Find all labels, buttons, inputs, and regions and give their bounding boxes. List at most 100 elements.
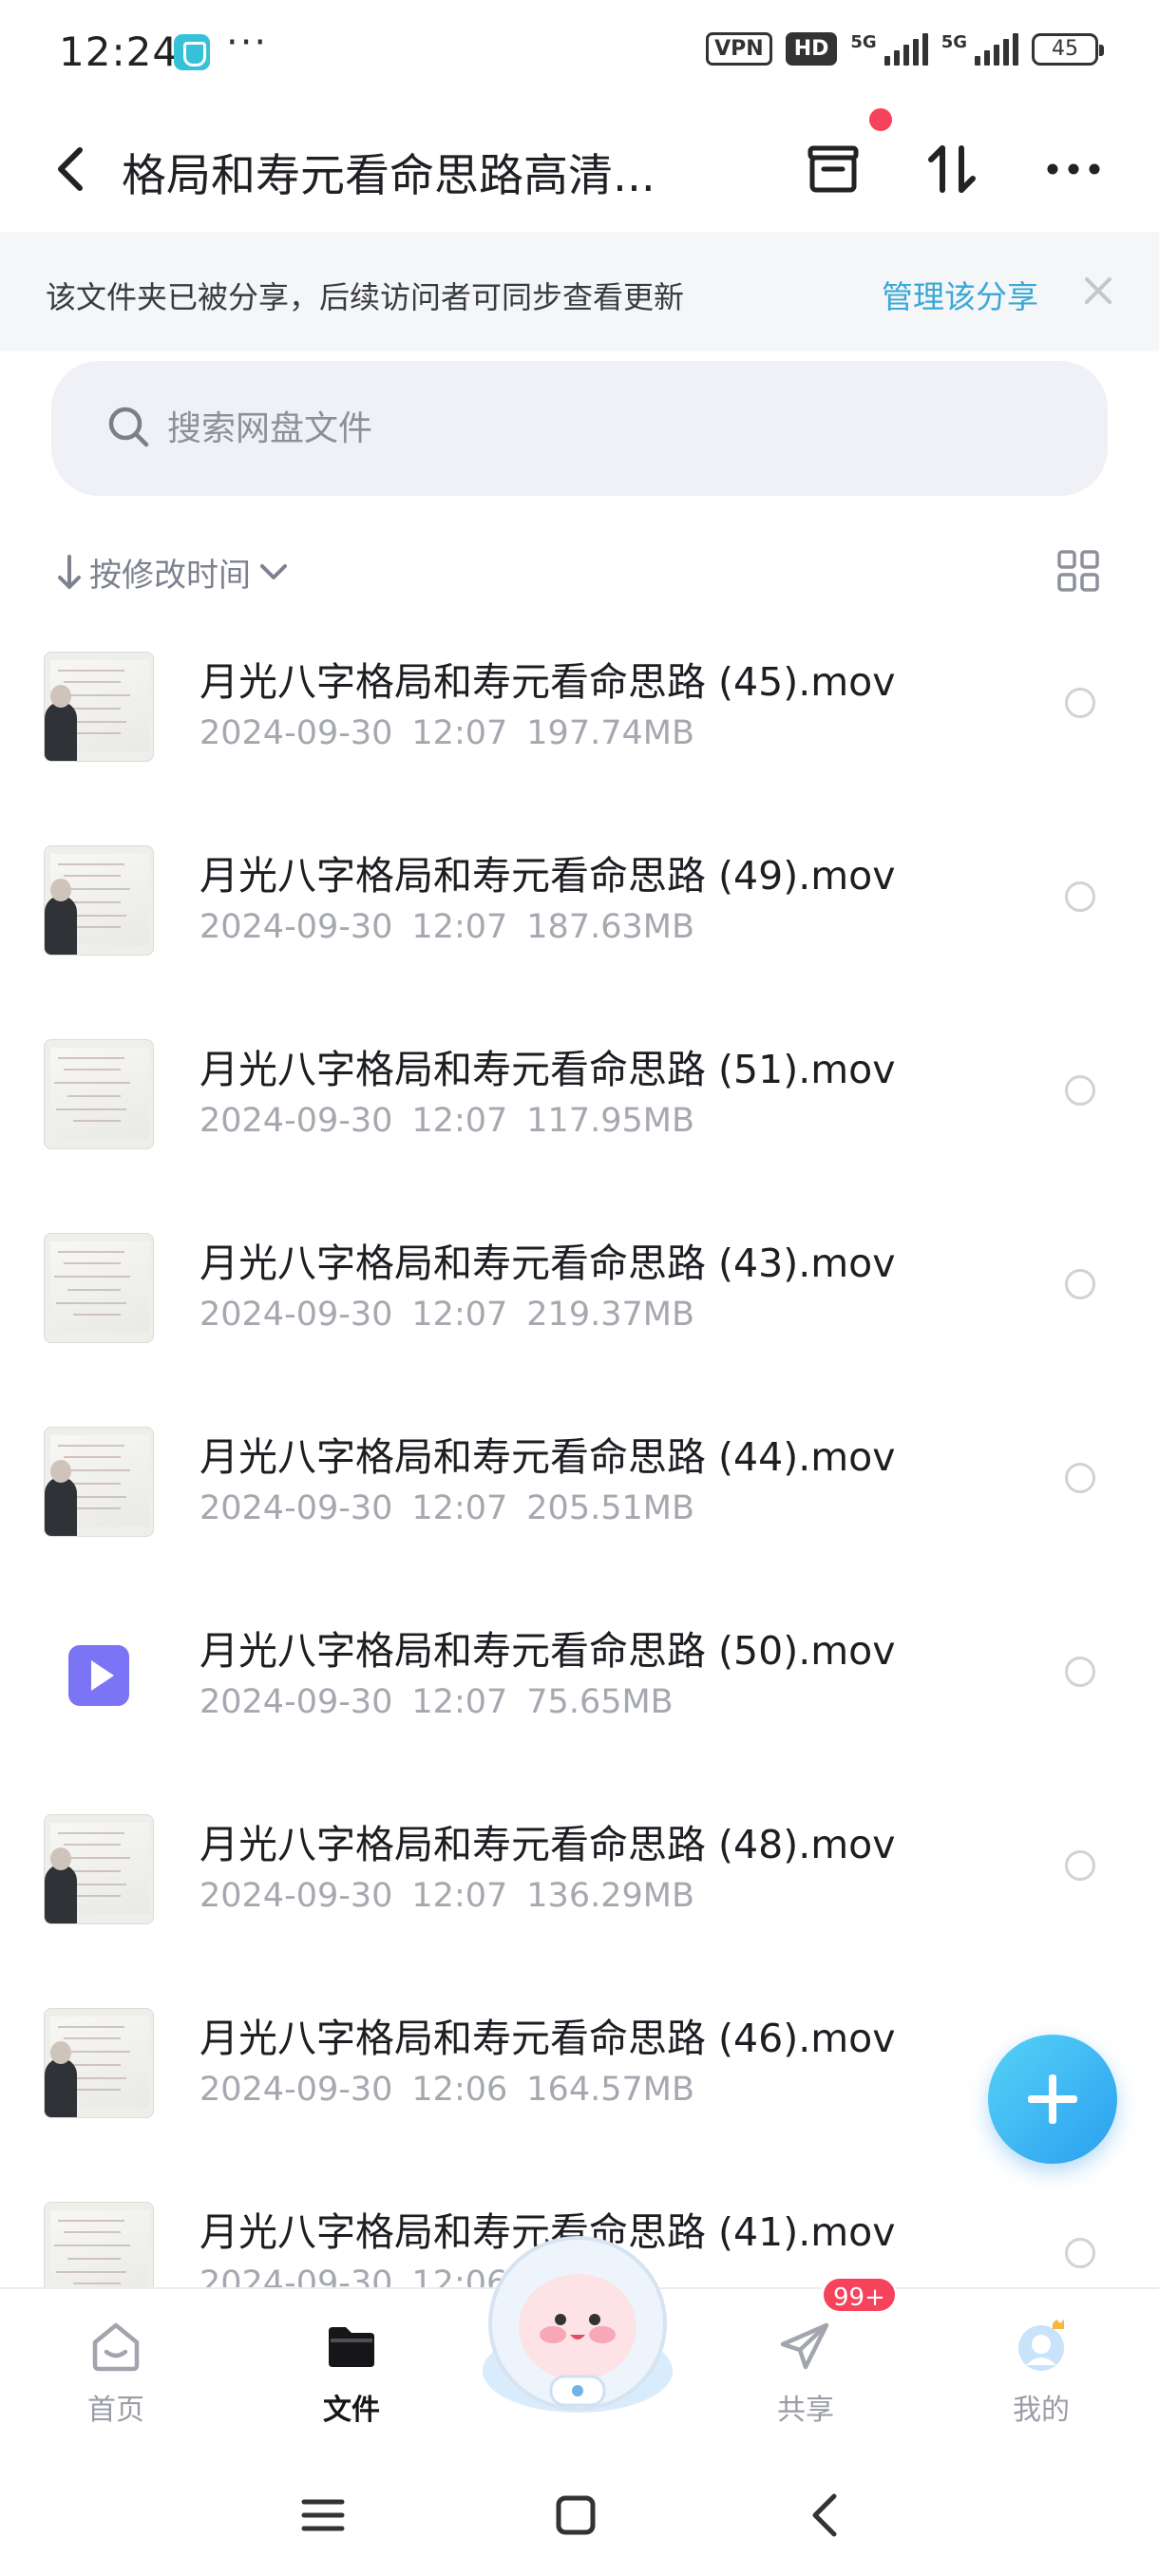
file-size: 219.37MB xyxy=(526,1296,694,1334)
notification-dot xyxy=(869,108,892,131)
select-checkbox[interactable] xyxy=(1065,1657,1095,1687)
file-name: 月光八字格局和寿元看命思路 (49).mov xyxy=(200,853,896,899)
avatar-icon xyxy=(1018,2320,1064,2371)
network-label-2: 5G xyxy=(940,32,967,52)
video-thumbnail xyxy=(44,2008,154,2118)
select-checkbox[interactable] xyxy=(1065,881,1095,912)
system-navigation-bar xyxy=(0,2454,1159,2576)
network-label-1: 5G xyxy=(850,32,877,52)
select-checkbox[interactable] xyxy=(1065,1269,1095,1299)
file-date: 2024-09-30 xyxy=(200,908,393,946)
file-meta: 2024-09-30 12:07 75.65MB xyxy=(200,1683,693,1721)
select-checkbox[interactable] xyxy=(1065,2238,1095,2268)
chevron-left-icon[interactable] xyxy=(48,142,93,196)
status-bar: 12:24 ··· VPN HD 5G 5G 45 xyxy=(0,0,1159,104)
select-checkbox[interactable] xyxy=(1065,1075,1095,1106)
file-size: 187.63MB xyxy=(526,908,694,946)
manage-share-link[interactable]: 管理该分享 xyxy=(882,272,1038,317)
tab-files[interactable]: 文件 xyxy=(276,2299,428,2441)
file-meta: 2024-09-30 12:07 205.51MB xyxy=(200,1489,713,1527)
app-shield-icon xyxy=(174,34,210,70)
share-badge: 99+ xyxy=(821,2276,898,2314)
file-row[interactable]: 月光八字格局和寿元看命思路 (46).mov 2024-09-30 12:06 164… xyxy=(0,1983,1159,2177)
file-row[interactable]: 月光八字格局和寿元看命思路 (44).mov 2024-09-30 12:07 205… xyxy=(0,1402,1159,1596)
more-horizontal-icon[interactable] xyxy=(1043,139,1104,199)
select-checkbox[interactable] xyxy=(1065,688,1095,718)
video-thumbnail xyxy=(44,845,154,956)
file-time: 12:07 xyxy=(411,1296,508,1334)
status-more-icon: ··· xyxy=(226,21,269,65)
send-icon xyxy=(780,2322,829,2370)
close-icon[interactable] xyxy=(1079,272,1117,310)
file-name: 月光八字格局和寿元看命思路 (46).mov xyxy=(200,2016,896,2061)
play-icon xyxy=(68,1645,129,1706)
arrow-down-icon xyxy=(58,555,81,589)
search-input[interactable] xyxy=(167,395,1022,462)
add-button[interactable] xyxy=(988,2035,1117,2164)
file-date: 2024-09-30 xyxy=(200,1877,393,1915)
tab-home[interactable]: 首页 xyxy=(40,2299,192,2441)
file-date: 2024-09-30 xyxy=(200,2071,393,2109)
signal-icon xyxy=(884,32,928,66)
file-size: 205.51MB xyxy=(526,1489,694,1527)
file-date: 2024-09-30 xyxy=(200,1683,393,1721)
file-row[interactable]: 月光八字格局和寿元看命思路 (48).mov 2024-09-30 12:07 136… xyxy=(0,1790,1159,1983)
grid-view-icon[interactable] xyxy=(1056,549,1100,593)
file-time: 12:06 xyxy=(411,2071,508,2109)
file-meta: 2024-09-30 12:06 164.57MB xyxy=(200,2071,713,2109)
back-triangle-icon[interactable] xyxy=(798,2487,855,2544)
file-size: 75.65MB xyxy=(526,1683,674,1721)
archive-box-icon[interactable] xyxy=(803,139,864,199)
search-bar[interactable] xyxy=(51,361,1108,496)
file-row[interactable]: 月光八字格局和寿元看命思路 (50).mov 2024-09-30 12:07 75.… xyxy=(0,1596,1159,1790)
file-size: 164.57MB xyxy=(526,2071,694,2109)
page-title: 格局和寿元看命思路高清... xyxy=(122,150,656,202)
battery-indicator: 45 xyxy=(1032,32,1104,66)
file-row[interactable]: 月光八字格局和寿元看命思路 (45).mov 2024-09-30 12:07 197… xyxy=(0,627,1159,821)
select-checkbox[interactable] xyxy=(1065,1850,1095,1881)
file-row[interactable]: 月光八字格局和寿元看命思路 (43).mov 2024-09-30 12:07 219… xyxy=(0,1208,1159,1402)
share-notice-text: 该文件夹已被分享，后续访问者可同步查看更新 xyxy=(46,279,685,315)
search-icon xyxy=(108,407,149,447)
share-notice-banner: 该文件夹已被分享，后续访问者可同步查看更新 管理该分享 xyxy=(0,232,1159,351)
home-icon xyxy=(92,2322,140,2372)
file-time: 12:07 xyxy=(411,1102,508,1140)
tab-mine-label: 我的 xyxy=(1013,2394,1070,2427)
select-checkbox[interactable] xyxy=(1065,1463,1095,1493)
sort-arrows-icon[interactable] xyxy=(922,139,982,199)
tab-mine[interactable]: 我的 xyxy=(965,2299,1117,2441)
sort-label: 按修改时间 xyxy=(89,556,251,595)
status-time: 12:24 xyxy=(59,28,180,75)
sort-selector[interactable]: 按修改时间 xyxy=(55,547,291,597)
video-thumbnail xyxy=(44,1039,154,1149)
chevron-down-icon xyxy=(260,564,287,579)
video-file-icon xyxy=(44,1620,154,1731)
file-size: 117.95MB xyxy=(526,1102,694,1140)
file-list: 月光八字格局和寿元看命思路 (45).mov 2024-09-30 12:07 197… xyxy=(0,627,1159,2371)
menu-icon[interactable] xyxy=(294,2487,352,2544)
file-time: 12:07 xyxy=(411,714,508,752)
file-date: 2024-09-30 xyxy=(200,714,393,752)
file-time: 12:07 xyxy=(411,1877,508,1915)
file-row[interactable]: 月光八字格局和寿元看命思路 (49).mov 2024-09-30 12:07 187… xyxy=(0,821,1159,1014)
header: 格局和寿元看命思路高清... xyxy=(0,104,1159,232)
file-size: 197.74MB xyxy=(526,714,694,752)
file-meta: 2024-09-30 12:07 197.74MB xyxy=(200,714,713,752)
file-meta: 2024-09-30 12:07 136.29MB xyxy=(200,1877,713,1915)
file-time: 12:07 xyxy=(411,1683,508,1721)
file-size: 136.29MB xyxy=(526,1877,694,1915)
tab-share-label: 共享 xyxy=(777,2394,834,2427)
home-square-icon[interactable] xyxy=(547,2487,604,2544)
file-meta: 2024-09-30 12:07 219.37MB xyxy=(200,1296,713,1334)
file-meta: 2024-09-30 12:07 117.95MB xyxy=(200,1102,713,1140)
file-time: 12:07 xyxy=(411,908,508,946)
file-name: 月光八字格局和寿元看命思路 (44).mov xyxy=(200,1434,896,1480)
file-name: 月光八字格局和寿元看命思路 (48).mov xyxy=(200,1822,896,1867)
file-meta: 2024-09-30 12:07 187.63MB xyxy=(200,908,713,946)
file-row[interactable]: 月光八字格局和寿元看命思路 (51).mov 2024-09-30 12:07 117… xyxy=(0,1014,1159,1208)
file-date: 2024-09-30 xyxy=(200,1102,393,1140)
tab-home-label: 首页 xyxy=(87,2394,144,2427)
mascot-icon[interactable] xyxy=(473,2228,682,2418)
tab-share[interactable]: 共享 xyxy=(730,2299,882,2441)
file-name: 月光八字格局和寿元看命思路 (45).mov xyxy=(200,659,896,705)
